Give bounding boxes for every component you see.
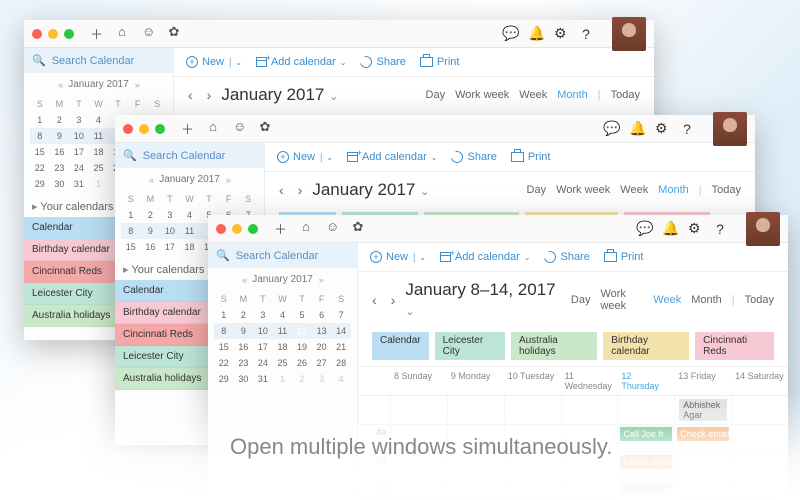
next-icon[interactable]: › xyxy=(207,87,212,103)
weekday-header: 9 Monday xyxy=(447,367,504,395)
view-month[interactable]: Month xyxy=(691,294,722,306)
chat-icon[interactable]: 💬 xyxy=(502,25,514,42)
time-cell[interactable]: Dinner wit xyxy=(617,481,674,500)
weekday-header: 14 Saturday xyxy=(731,367,788,395)
new-button[interactable]: +New│ ⌄ xyxy=(186,56,242,68)
calendar-chip[interactable]: Australia holidays xyxy=(511,332,597,360)
close-icon[interactable] xyxy=(32,29,42,39)
view-day[interactable]: Day xyxy=(527,184,547,196)
view-workweek[interactable]: Work week xyxy=(556,184,610,196)
time-cell[interactable] xyxy=(504,481,561,500)
event[interactable]: Dinner wit xyxy=(620,483,672,497)
weekday-header: 13 Friday xyxy=(674,367,731,395)
next-icon[interactable]: › xyxy=(391,292,396,308)
view-week[interactable]: Week xyxy=(620,184,648,196)
emoji-icon[interactable]: ☺ xyxy=(142,24,154,43)
time-cell[interactable] xyxy=(674,453,731,481)
share-button[interactable]: Share xyxy=(451,151,496,163)
time-cell[interactable] xyxy=(674,481,731,500)
allday-event[interactable]: Abhishek Agar xyxy=(679,399,727,421)
zoom-icon[interactable] xyxy=(64,29,74,39)
view-workweek[interactable]: Work week xyxy=(600,288,643,312)
add-calendar-button[interactable]: Add calendar⌄ xyxy=(347,151,438,163)
view-today[interactable]: Today xyxy=(712,184,741,196)
event[interactable]: Check emails xyxy=(677,427,729,441)
traffic-lights[interactable] xyxy=(123,124,165,134)
weekday-header: 12 Thursday xyxy=(617,367,674,395)
share-button[interactable]: Share xyxy=(360,56,405,68)
calendar-chip[interactable]: Calendar xyxy=(372,332,429,360)
weekday-header: 11 Wednesday xyxy=(561,367,618,395)
view-day[interactable]: Day xyxy=(571,294,591,306)
add-tab-icon[interactable]: ＋ xyxy=(90,24,102,43)
print-button[interactable]: Print xyxy=(511,151,551,163)
time-cell[interactable] xyxy=(390,481,447,500)
search-icon: 🔍 xyxy=(32,54,46,67)
titlebar: ＋⌂☺✿ 💬🔔⚙? xyxy=(208,215,788,243)
next-icon[interactable]: › xyxy=(298,182,303,198)
allday-row: Abhishek Agar xyxy=(358,396,788,425)
share-button[interactable]: Share xyxy=(544,251,589,263)
time-cell[interactable] xyxy=(731,481,788,500)
view-today[interactable]: Today xyxy=(745,294,774,306)
time-cell[interactable]: Check emai xyxy=(617,453,674,481)
new-button[interactable]: +New│ ⌄ xyxy=(277,151,333,163)
time-cell[interactable]: Call Joe fr xyxy=(617,425,674,453)
mini-next-icon[interactable]: » xyxy=(135,80,139,90)
traffic-lights[interactable] xyxy=(216,224,258,234)
view-week[interactable]: Week xyxy=(519,89,547,101)
avatar[interactable] xyxy=(713,112,747,146)
add-calendar-button[interactable]: Add calendar⌄ xyxy=(256,56,347,68)
print-button[interactable]: Print xyxy=(420,56,460,68)
marketing-caption: Open multiple windows simultaneously. xyxy=(230,434,612,460)
search-input[interactable]: 🔍Search Calendar xyxy=(115,143,264,168)
view-workweek[interactable]: Work week xyxy=(455,89,509,101)
titlebar: ＋ ⌂ ☺ ✿ 💬 🔔 ⚙ ? xyxy=(24,20,654,48)
print-button[interactable]: Print xyxy=(604,251,644,263)
prev-icon[interactable]: ‹ xyxy=(279,182,284,198)
weekday-header: 10 Tuesday xyxy=(504,367,561,395)
view-day[interactable]: Day xyxy=(426,89,446,101)
traffic-lights[interactable] xyxy=(32,29,74,39)
prev-icon[interactable]: ‹ xyxy=(188,87,193,103)
page-title[interactable]: January 8–14, 2017 ⌄ xyxy=(405,280,561,320)
event[interactable]: Check emai xyxy=(620,455,672,469)
bell-icon[interactable]: 🔔 xyxy=(528,25,540,42)
event[interactable]: Call Joe fr xyxy=(620,427,672,441)
mini-month-label: January 2017 xyxy=(68,79,129,90)
page-title[interactable]: January 2017 ⌄ xyxy=(221,85,338,105)
mini-prev-icon[interactable]: « xyxy=(58,80,62,90)
search-input[interactable]: 🔍 Search Calendar xyxy=(24,48,173,73)
settings-icon[interactable]: ⚙ xyxy=(554,25,566,42)
minimize-icon[interactable] xyxy=(48,29,58,39)
time-cell[interactable] xyxy=(447,481,504,500)
calendar-chip[interactable]: Cincinnati Reds xyxy=(695,332,774,360)
avatar[interactable] xyxy=(612,17,646,51)
calendar-chip[interactable]: Leicester City xyxy=(435,332,505,360)
calendar-chip[interactable]: Birthday calendar xyxy=(603,332,689,360)
search-placeholder: Search Calendar xyxy=(52,55,135,67)
add-calendar-button[interactable]: Add calendar⌄ xyxy=(440,251,531,263)
time-cell[interactable]: Check emails xyxy=(674,425,731,453)
hour-label: 6a xyxy=(358,481,390,500)
time-cell[interactable] xyxy=(731,425,788,453)
help-icon[interactable]: ? xyxy=(580,26,592,42)
new-button[interactable]: +New│ ⌄ xyxy=(370,251,426,263)
view-month[interactable]: Month xyxy=(557,89,588,101)
titlebar: ＋⌂☺✿ 💬🔔⚙? xyxy=(115,115,755,143)
view-week[interactable]: Week xyxy=(653,294,681,306)
weekday-header: 8 Sunday xyxy=(390,367,447,395)
view-month[interactable]: Month xyxy=(658,184,689,196)
view-today[interactable]: Today xyxy=(611,89,640,101)
prev-icon[interactable]: ‹ xyxy=(372,292,377,308)
gear-icon[interactable]: ✿ xyxy=(168,24,180,43)
mini-calendar[interactable]: SMTWTFS 1234567 891011121314 15161718192… xyxy=(208,291,357,387)
home-icon[interactable]: ⌂ xyxy=(116,24,128,43)
page-title[interactable]: January 2017 ⌄ xyxy=(312,180,429,200)
search-input[interactable]: 🔍Search Calendar xyxy=(208,243,357,268)
time-cell[interactable] xyxy=(561,481,618,500)
avatar[interactable] xyxy=(746,212,780,246)
time-cell[interactable] xyxy=(731,453,788,481)
